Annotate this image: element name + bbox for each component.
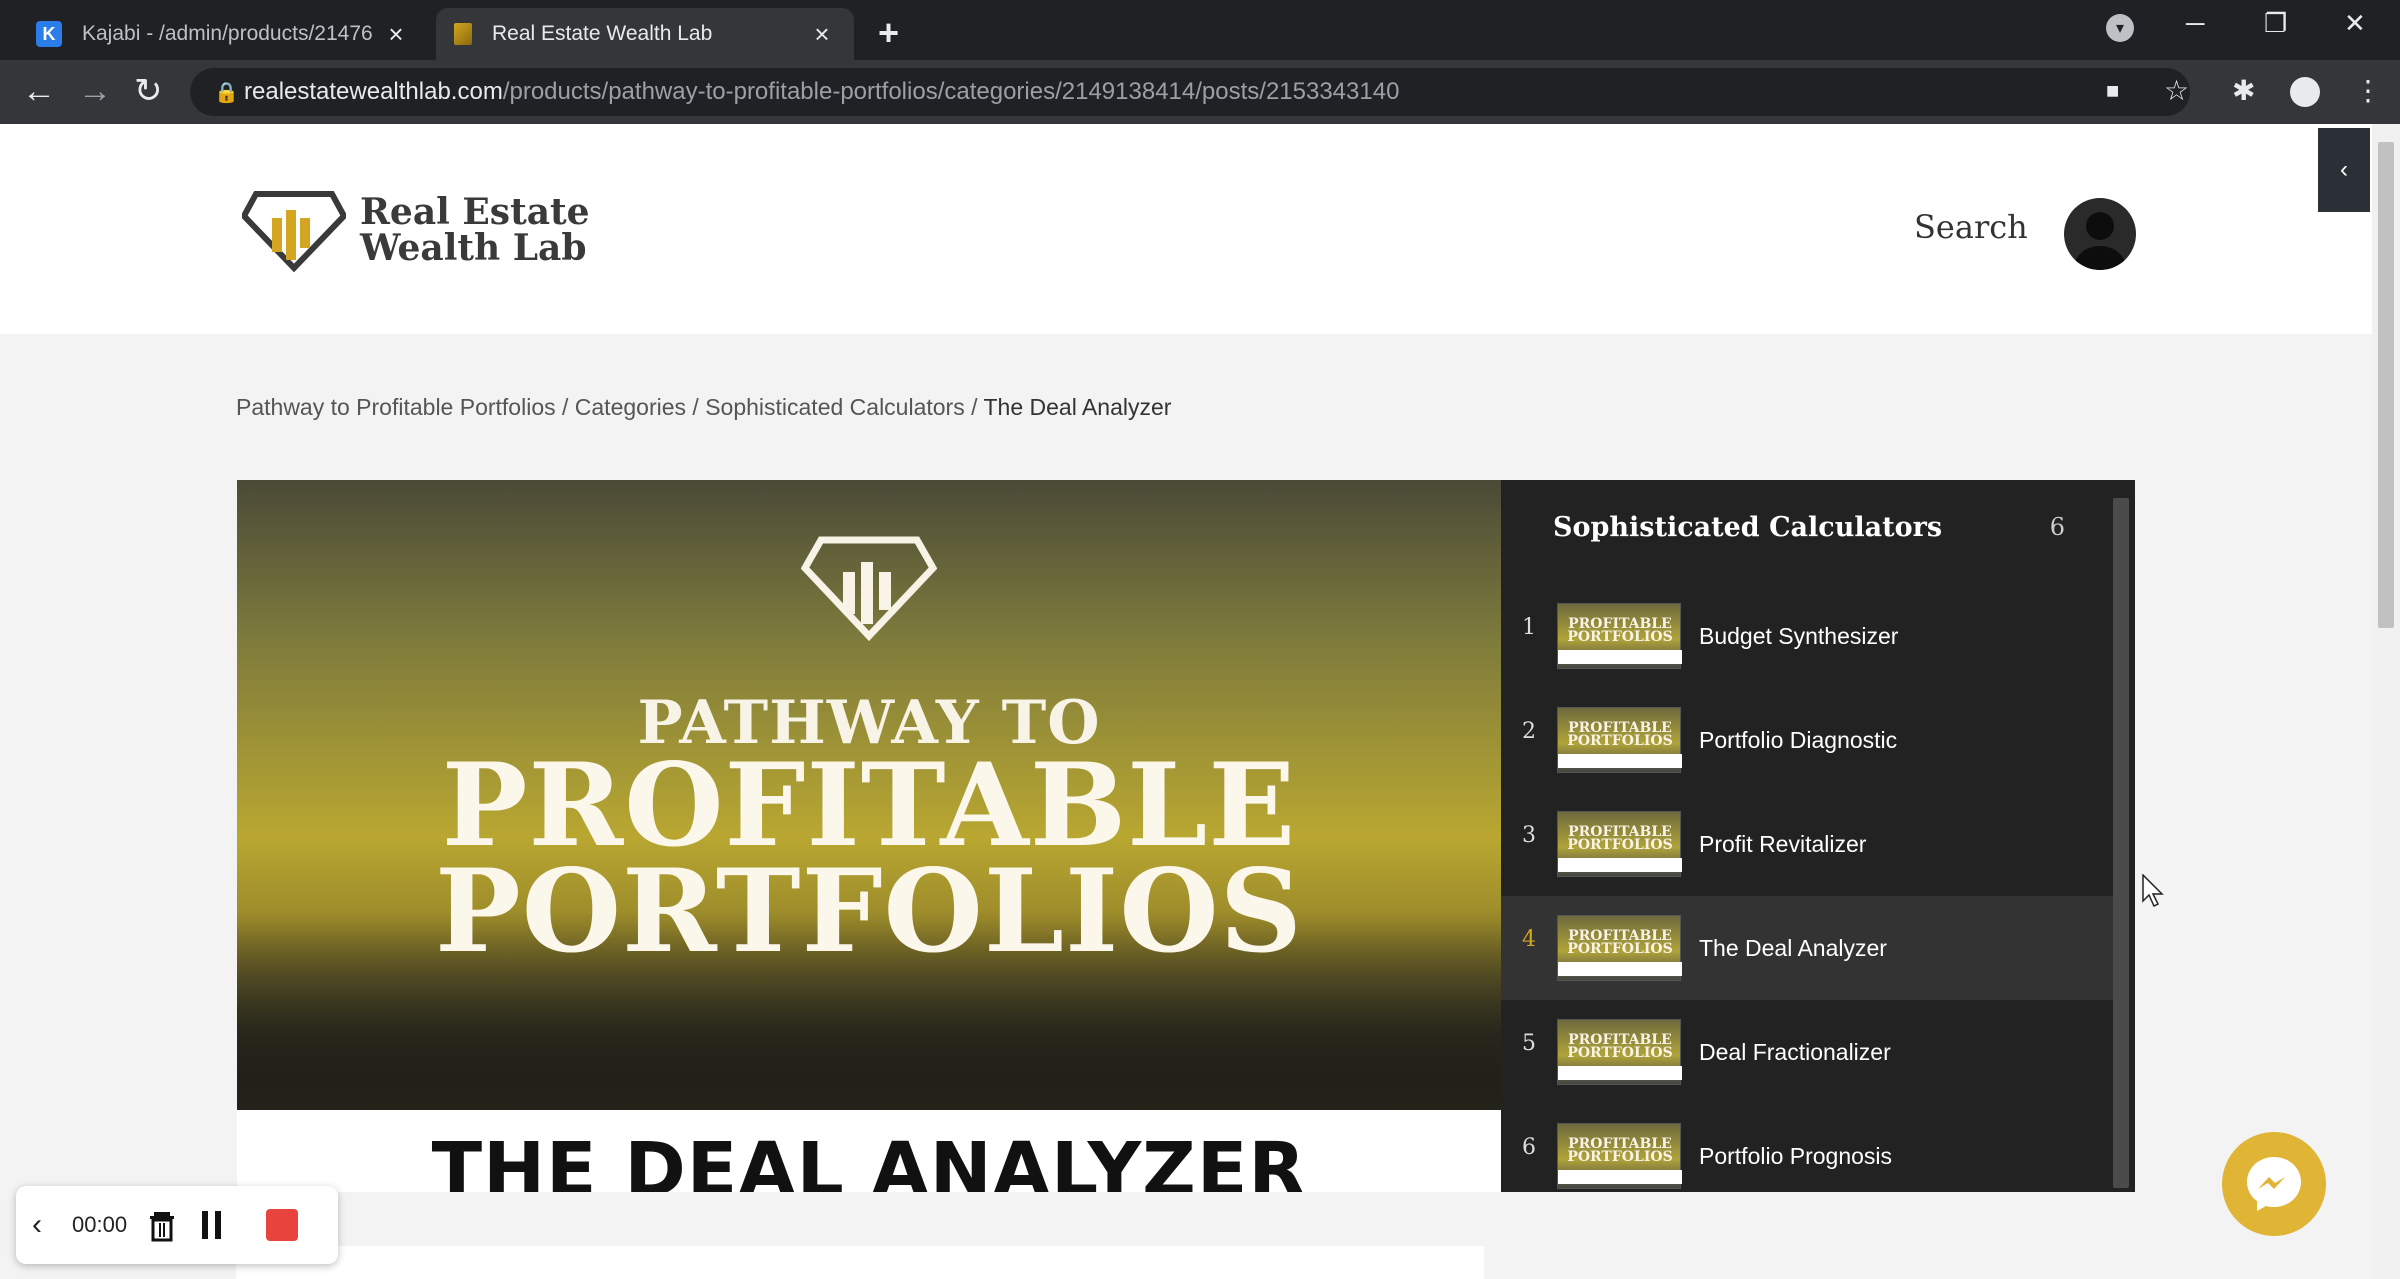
playlist-item[interactable]: 6 PROFITABLE PORTFOLIOS Portfolio Progno… xyxy=(1501,1104,2113,1192)
restore-icon[interactable]: ❐ xyxy=(2264,8,2287,39)
reload-icon[interactable]: ↻ xyxy=(134,74,163,108)
back-icon[interactable]: ← xyxy=(22,74,56,108)
bookmark-star-icon[interactable]: ☆ xyxy=(2164,74,2189,107)
address-bar[interactable]: 🔒 realestatewealthlab.com/products/pathw… xyxy=(190,68,2190,116)
playlist-item-label: Deal Fractionalizer xyxy=(1699,1038,1891,1065)
playlist-item-label: Budget Synthesizer xyxy=(1699,622,1899,649)
tab-title: Real Estate Wealth Lab xyxy=(492,22,713,45)
lock-icon: 🔒 xyxy=(214,81,239,104)
camera-icon[interactable]: ■ xyxy=(2106,78,2119,104)
recording-timer: 00:00 xyxy=(72,1212,128,1237)
hero-band: THE DEAL ANALYZER xyxy=(237,1110,1501,1192)
pause-icon[interactable] xyxy=(202,1211,232,1239)
playlist-item-thumbnail: PROFITABLE PORTFOLIOS xyxy=(1557,1123,1682,1189)
profile-icon[interactable] xyxy=(2290,77,2320,107)
messenger-icon xyxy=(2247,1157,2301,1211)
playlist-item-thumbnail: PROFITABLE PORTFOLIOS xyxy=(1557,915,1682,981)
extensions-icon[interactable]: ✱ xyxy=(2232,74,2255,107)
site-logo[interactable]: Real Estate Wealth Lab xyxy=(242,188,590,272)
hero-title: PROFITABLE PORTFOLIOS xyxy=(237,738,1501,978)
breadcrumb-current: The Deal Analyzer xyxy=(983,394,1172,420)
playlist-count: 6 xyxy=(2049,513,2065,541)
playlist-item-thumbnail: PROFITABLE PORTFOLIOS xyxy=(1557,707,1682,773)
breadcrumb-separator: / xyxy=(686,394,706,420)
page-scrollbar[interactable] xyxy=(2372,124,2400,1279)
page-content: Real Estate Wealth Lab Search ‹ Pathway … xyxy=(0,124,2372,1279)
logo-diamond-icon xyxy=(242,191,346,272)
playlist-item-number: 6 xyxy=(1522,1134,1536,1160)
forward-icon[interactable]: → xyxy=(78,74,112,108)
stop-record-icon[interactable] xyxy=(266,1209,298,1241)
trash-icon[interactable] xyxy=(144,1208,184,1242)
mouse-cursor-icon xyxy=(2142,874,2164,908)
page-scrollbar-thumb[interactable] xyxy=(2378,142,2394,628)
post-hero-image[interactable]: PATHWAY TO PROFITABLE PORTFOLIOS THE DEA… xyxy=(237,480,1501,1192)
playlist-header: Sophisticated Calculators 6 xyxy=(1501,480,2135,574)
post-content-card xyxy=(236,1246,1484,1279)
breadcrumb-separator: / xyxy=(964,394,984,420)
playlist-item[interactable]: 2 PROFITABLE PORTFOLIOS Portfolio Diagno… xyxy=(1501,688,2113,792)
playlist-item[interactable]: 1 PROFITABLE PORTFOLIOS Budget Synthesiz… xyxy=(1501,584,2113,688)
logo-line-1: Real Estate xyxy=(360,191,590,233)
breadcrumb-categories[interactable]: Categories xyxy=(575,394,686,420)
hero-logo-icon xyxy=(801,536,937,642)
breadcrumb-product[interactable]: Pathway to Profitable Portfolios xyxy=(236,394,556,420)
browser-toolbar: ← → ↻ 🔒 realestatewealthlab.com/products… xyxy=(0,60,2400,124)
user-avatar[interactable] xyxy=(2064,198,2136,270)
playlist-item-label: The Deal Analyzer xyxy=(1699,934,1887,961)
playlist-item-label: Profit Revitalizer xyxy=(1699,830,1867,857)
menu-kebab-icon[interactable]: ⋮ xyxy=(2354,74,2382,107)
playlist-scrollbar[interactable] xyxy=(2113,498,2129,1188)
playlist-item-thumbnail: PROFITABLE PORTFOLIOS xyxy=(1557,811,1682,877)
url-path: /products/pathway-to-profitable-portfoli… xyxy=(502,78,1400,105)
hero-band-text: THE DEAL ANALYZER xyxy=(431,1127,1307,1192)
url-host: realestatewealthlab.com xyxy=(244,78,503,105)
search-link[interactable]: Search xyxy=(1914,208,2028,246)
sidebar-toggle-chevron-icon[interactable]: ‹ xyxy=(2318,128,2370,212)
playlist-item-number: 3 xyxy=(1522,822,1536,848)
playlist-panel: Sophisticated Calculators 6 1 PROFITABLE… xyxy=(1501,480,2135,1192)
playlist-item-number: 5 xyxy=(1522,1030,1536,1056)
tab-search-icon[interactable]: ▾ xyxy=(2106,14,2134,42)
playlist-item-label: Portfolio Diagnostic xyxy=(1699,726,1898,753)
logo-line-2: Wealth Lab xyxy=(360,227,587,269)
playlist-item-number: 1 xyxy=(1522,614,1536,640)
messenger-chat-button[interactable] xyxy=(2222,1132,2326,1236)
breadcrumb: Pathway to Profitable Portfolios / Categ… xyxy=(236,394,1171,421)
playlist-item-number: 4 xyxy=(1522,926,1536,952)
user-silhouette-icon xyxy=(2074,212,2126,270)
hero-title-line-1: PROFITABLE xyxy=(441,738,1297,872)
playlist-item[interactable]: 3 PROFITABLE PORTFOLIOS Profit Revitaliz… xyxy=(1501,792,2113,896)
playlist-item-thumbnail: PROFITABLE PORTFOLIOS xyxy=(1557,1019,1682,1085)
rewl-favicon-icon xyxy=(454,23,472,45)
site-header: Real Estate Wealth Lab Search ‹ xyxy=(0,124,2372,334)
breadcrumb-category[interactable]: Sophisticated Calculators xyxy=(705,394,965,420)
tab-title: Kajabi - /admin/products/21476 xyxy=(82,22,373,45)
close-window-icon[interactable]: ✕ xyxy=(2344,8,2366,39)
new-tab-icon[interactable]: + xyxy=(878,12,899,54)
browser-tab-strip: K Kajabi - /admin/products/21476 × Real … xyxy=(0,0,2400,60)
breadcrumb-separator: / xyxy=(555,394,575,420)
screen-recorder-bar: ‹ 00:00 xyxy=(16,1186,338,1264)
kajabi-icon: K xyxy=(36,21,62,47)
playlist-item-active[interactable]: 4 PROFITABLE PORTFOLIOS The Deal Analyze… xyxy=(1501,896,2113,1000)
playlist-item-thumbnail: PROFITABLE PORTFOLIOS xyxy=(1557,603,1682,669)
playlist-item-label: Portfolio Prognosis xyxy=(1699,1142,1893,1169)
collapse-chevron-icon[interactable]: ‹ xyxy=(32,1208,72,1242)
minimize-icon[interactable]: ─ xyxy=(2186,8,2204,39)
close-icon[interactable]: × xyxy=(382,19,410,50)
browser-tab-rewl[interactable]: Real Estate Wealth Lab × xyxy=(436,8,854,60)
playlist-item-number: 2 xyxy=(1522,718,1536,744)
close-icon[interactable]: × xyxy=(808,19,836,50)
browser-tab-kajabi[interactable]: K Kajabi - /admin/products/21476 × xyxy=(18,8,428,60)
playlist-item[interactable]: 5 PROFITABLE PORTFOLIOS Deal Fractionali… xyxy=(1501,1000,2113,1104)
playlist-title: Sophisticated Calculators xyxy=(1553,511,1943,543)
hero-title-line-2: PORTFOLIOS xyxy=(435,844,1303,978)
